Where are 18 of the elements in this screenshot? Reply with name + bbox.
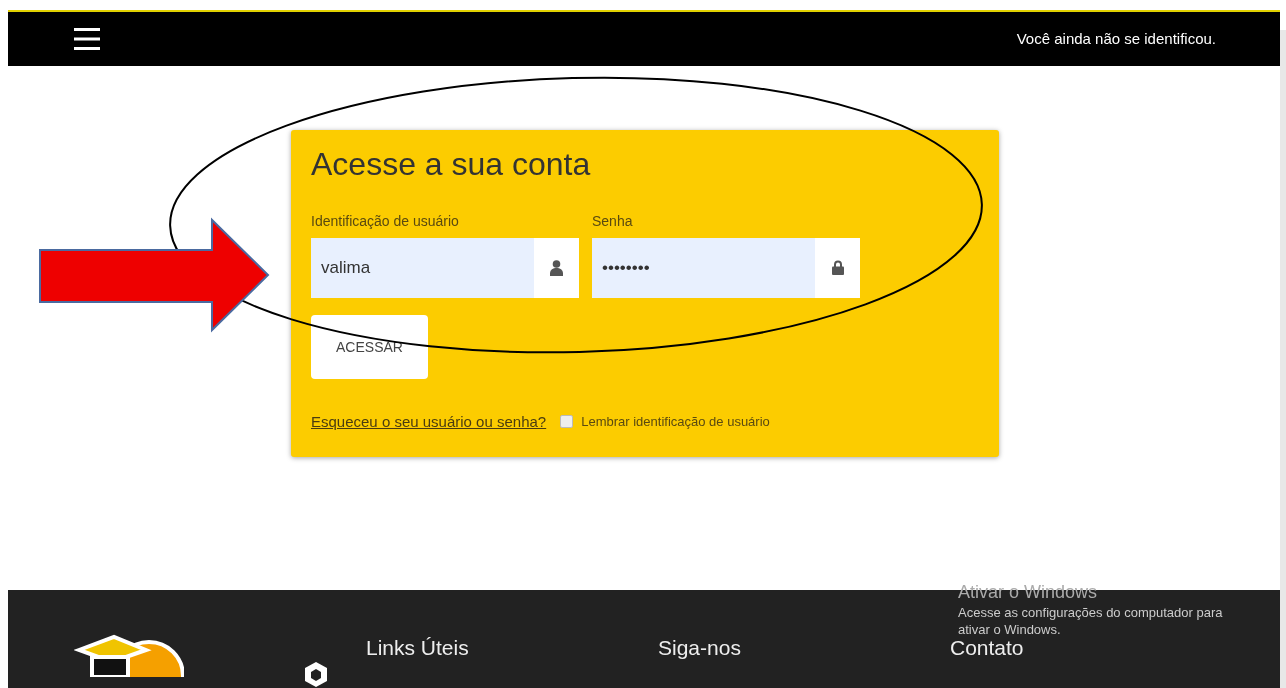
user-icon — [550, 259, 563, 276]
menu-button[interactable] — [74, 27, 100, 50]
field-label: Senha — [592, 212, 634, 229]
menu-icon — [74, 27, 100, 50]
remember-checkbox[interactable] — [560, 414, 574, 428]
footer-heading: Siga-nos — [658, 636, 741, 659]
login-status: Você ainda não se identificou. — [1016, 30, 1216, 48]
field-label: Identificação de usuário — [311, 212, 460, 229]
login-title: Acesse a sua conta — [311, 145, 592, 183]
activation-message: Acesse as configurações do computador para ativar o Windows. — [958, 605, 1224, 639]
footer-heading: Links Úteis — [366, 636, 469, 659]
footer-heading: Contato — [950, 636, 1024, 659]
username-field[interactable]: valima — [311, 237, 579, 298]
submit-button[interactable]: ACESSAR — [311, 314, 428, 379]
forgot-link[interactable]: Esqueceu o seu usuário ou senha? — [311, 412, 547, 430]
password-field[interactable]: •••••••• — [592, 237, 860, 298]
lock-icon — [831, 260, 844, 276]
remember-label: Lembrar identificação de usuário — [581, 413, 770, 429]
